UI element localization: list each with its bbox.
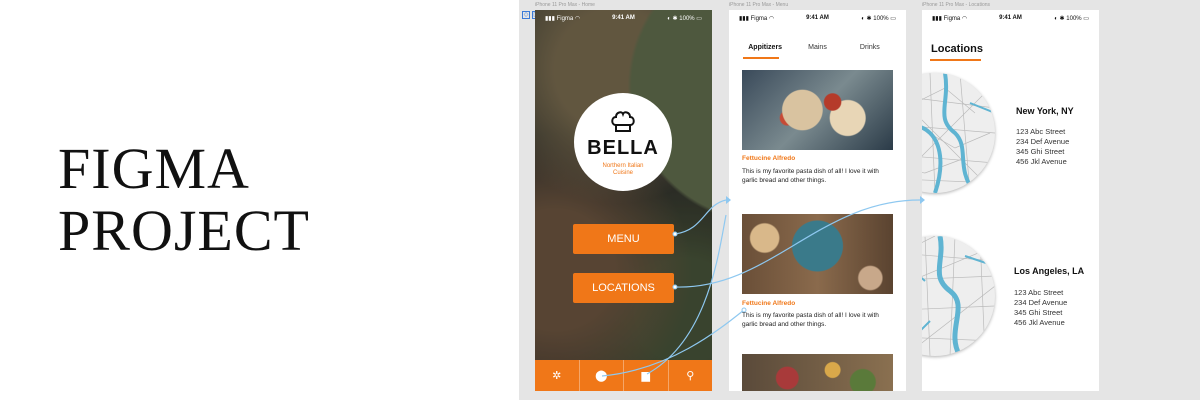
status-time: 9:41 AM (806, 15, 829, 21)
address-line: 456 Jkl Avenue (1016, 157, 1067, 166)
status-time: 9:41 AM (999, 15, 1022, 21)
carrier-label: ▮▮▮ Figma ◠ (932, 15, 968, 22)
locations-button[interactable]: LOCATIONS (573, 273, 674, 303)
tab-mains[interactable]: Mains (791, 44, 843, 51)
dish-description: This is my favorite pasta dish of all! I… (742, 168, 879, 184)
menu-screen: ▮▮▮ Figma ◠ 9:41 AM ◐ ✱ 100% ▭ Appitizer… (729, 10, 906, 391)
map-new-york[interactable] (922, 73, 995, 193)
page-title: Locations (931, 43, 983, 55)
project-title: FIGMA PROJECT (58, 138, 310, 262)
city-name: New York, NY (1016, 106, 1074, 116)
address-line: 234 Def Avenue (1014, 298, 1068, 307)
carrier-label: ▮▮▮ Figma ◠ (545, 15, 581, 22)
dish-image[interactable] (742, 214, 893, 294)
status-bar: ▮▮▮ Figma ◠ 9:41 AM ◐ ✱ 100% ▭ (729, 10, 906, 26)
address-line: 456 Jkl Avenue (1014, 318, 1065, 327)
address-line: 123 Abc Street (1014, 288, 1064, 297)
frame-icon: ◇ (522, 11, 530, 19)
dish-image[interactable] (742, 70, 893, 150)
dish-name[interactable]: Fettucine Alfredo (742, 300, 795, 307)
map-streets (922, 73, 995, 193)
bottom-tab-bar: ✲ ⬤ ▆ ⚲ (535, 360, 712, 391)
tab-search[interactable]: ⚲ (669, 360, 713, 391)
gear-icon: ✲ (552, 370, 562, 382)
active-tab-indicator (743, 57, 779, 59)
frame-label-home[interactable]: iPhone 11 Pro Max - Home (535, 2, 595, 8)
status-time: 9:41 AM (612, 15, 635, 21)
tab-settings[interactable]: ✲ (535, 360, 580, 391)
title-underline (930, 59, 981, 61)
tab-appetizers[interactable]: Appitizers (739, 44, 791, 51)
frame-label-locations[interactable]: iPhone 11 Pro Max - Locations (922, 2, 990, 8)
figma-canvas[interactable]: ◇▷ iPhone 11 Pro Max - Home iPhone 11 Pr… (519, 0, 1200, 400)
bookmark-icon: ▆ (641, 370, 650, 382)
tab-saved[interactable]: ▆ (624, 360, 669, 391)
status-bar: ▮▮▮ Figma ◠ 9:41 AM ◐ ✱ 100% ▭ (535, 10, 712, 26)
battery-indicator: ◐ ✱ 100% ▭ (861, 15, 896, 22)
map-pin-icon: ⬤ (595, 370, 608, 382)
map-streets (922, 236, 995, 356)
brand-name: BELLA (587, 137, 659, 159)
address-line: 345 Ghi Street (1016, 147, 1065, 156)
title-line-2: PROJECT (58, 198, 310, 263)
carrier-label: ▮▮▮ Figma ◠ (739, 15, 775, 22)
address-line: 123 Abc Street (1016, 127, 1066, 136)
search-icon: ⚲ (686, 370, 695, 382)
chef-hat-icon (611, 111, 635, 132)
address-list: 123 Abc Street 234 Def Avenue 345 Ghi St… (1016, 127, 1069, 167)
menu-button[interactable]: MENU (573, 224, 674, 254)
status-bar: ▮▮▮ Figma ◠ 9:41 AM ◐ ✱ 100% ▭ (922, 10, 1099, 26)
frame-label-menu[interactable]: iPhone 11 Pro Max - Menu (729, 2, 788, 8)
dish-image[interactable] (742, 354, 893, 391)
battery-indicator: ◐ ✱ 100% ▭ (667, 15, 702, 22)
brand-tagline: Northern Italian Cuisine (602, 163, 644, 176)
brand-logo: BELLA Northern Italian Cuisine (574, 93, 672, 191)
battery-indicator: ◐ ✱ 100% ▭ (1054, 15, 1089, 22)
address-line: 345 Ghi Street (1014, 308, 1063, 317)
tab-map[interactable]: ⬤ (580, 360, 624, 391)
menu-tabs: Appitizers Mains Drinks (729, 44, 906, 51)
tab-drinks[interactable]: Drinks (844, 44, 896, 51)
locations-screen: ▮▮▮ Figma ◠ 9:41 AM ◐ ✱ 100% ▭ Locations (922, 10, 1099, 391)
home-screen: ▮▮▮ Figma ◠ 9:41 AM ◐ ✱ 100% ▭ BELLA Nor… (535, 10, 712, 391)
title-line-1: FIGMA (58, 136, 250, 201)
dish-name[interactable]: Fettucine Alfredo (742, 155, 795, 162)
map-los-angeles[interactable] (922, 236, 995, 356)
address-line: 234 Def Avenue (1016, 137, 1070, 146)
dish-description: This is my favorite pasta dish of all! I… (742, 312, 879, 328)
city-name: Los Angeles, LA (1014, 266, 1085, 276)
address-list: 123 Abc Street 234 Def Avenue 345 Ghi St… (1014, 288, 1067, 328)
